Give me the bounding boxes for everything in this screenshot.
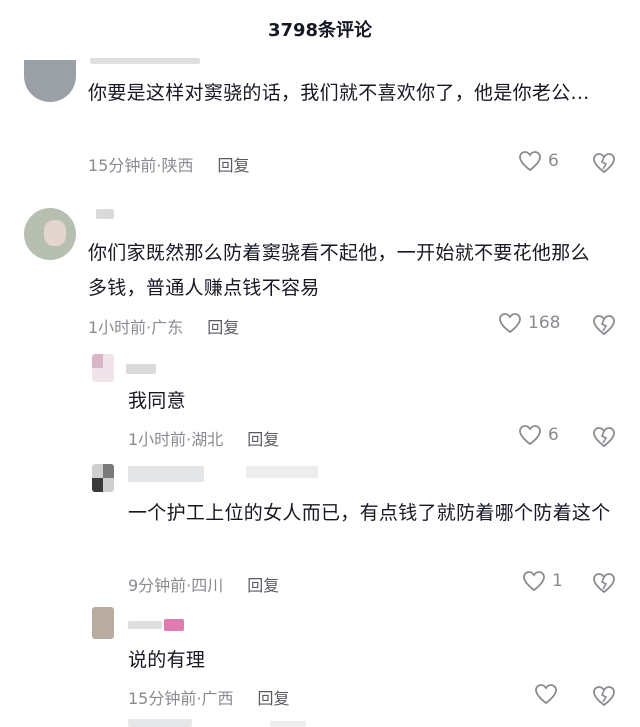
comment-text: 说的有理 — [128, 649, 206, 671]
like-count: 168 — [528, 313, 561, 333]
reply-button[interactable]: 回复 — [217, 152, 249, 176]
comment-item: 你要是这样对窦骁的话，我们就不喜欢你了，他是你老公... 15分钟前·陕西 回复… — [0, 58, 640, 188]
reply-button[interactable]: 回复 — [247, 426, 279, 450]
username[interactable] — [96, 209, 114, 219]
username[interactable] — [128, 466, 204, 482]
like-button[interactable] — [534, 683, 564, 705]
broken-heart-icon — [593, 427, 615, 448]
heart-icon — [499, 313, 521, 334]
like-button[interactable]: 6 — [518, 150, 559, 172]
like-button[interactable]: 1 — [522, 570, 563, 592]
username-badge — [164, 619, 184, 631]
comment-text: 你们家既然那么防着窦骁看不起他，一开始就不要花他那么多钱，普通人赚点钱不容易 — [88, 242, 590, 299]
like-count: 1 — [552, 571, 563, 591]
reply-button[interactable]: 回复 — [257, 685, 289, 709]
dislike-button[interactable] — [592, 314, 616, 340]
reply-item: 我同意 1小时前·湖北 回复 6 — [0, 350, 640, 460]
comment-text: 我同意 — [128, 390, 186, 412]
avatar[interactable] — [92, 607, 114, 639]
heart-icon — [519, 425, 541, 446]
reply-button[interactable]: 回复 — [247, 572, 279, 596]
comment-time-location: 1小时前·湖北 — [128, 430, 224, 449]
heart-icon — [519, 151, 541, 172]
dislike-button[interactable] — [592, 685, 616, 711]
comment-text: 你要是这样对窦骁的话，我们就不喜欢你了，他是你老公... — [88, 82, 590, 104]
comment-time-location: 1小时前·广东 — [88, 318, 184, 337]
broken-heart-icon — [593, 686, 615, 707]
username[interactable] — [126, 364, 156, 374]
like-button[interactable]: 6 — [518, 424, 559, 446]
username[interactable] — [90, 58, 200, 64]
heart-icon — [535, 684, 557, 705]
avatar[interactable] — [92, 354, 114, 382]
next-comment-username — [128, 719, 192, 727]
username[interactable] — [128, 621, 162, 629]
comment-count-title: 3798条评论 — [267, 20, 373, 41]
broken-heart-icon — [593, 315, 615, 336]
comment-item: 你们家既然那么防着窦骁看不起他，一开始就不要花他那么多钱，普通人赚点钱不容易 1… — [0, 200, 640, 350]
dislike-button[interactable] — [592, 572, 616, 598]
avatar[interactable] — [92, 464, 114, 492]
reply-button[interactable]: 回复 — [207, 314, 239, 338]
comments-header: 3798条评论 — [0, 0, 640, 58]
comment-meta: 1小时前·广东 回复 — [88, 314, 239, 338]
dislike-button[interactable] — [592, 426, 616, 452]
dislike-button[interactable] — [592, 152, 616, 178]
reply-item: 一个护工上位的女人而已，有点钱了就防着哪个防着这个 9分钟前·四川 回复 1 — [0, 460, 640, 600]
broken-heart-icon — [593, 573, 615, 594]
comment-meta: 15分钟前·陕西 回复 — [88, 152, 249, 176]
like-count: 6 — [548, 425, 559, 445]
comment-time-location: 15分钟前·陕西 — [88, 156, 194, 175]
username-suffix — [246, 466, 318, 478]
heart-icon — [523, 571, 545, 592]
like-button[interactable]: 168 — [498, 312, 560, 334]
comment-meta: 9分钟前·四川 回复 — [128, 572, 279, 596]
comment-meta: 1小时前·湖北 回复 — [128, 426, 279, 450]
broken-heart-icon — [593, 153, 615, 174]
comment-meta: 15分钟前·广西 回复 — [128, 685, 289, 709]
comment-time-location: 15分钟前·广西 — [128, 689, 234, 708]
next-comment-username-suffix — [270, 721, 306, 727]
comment-text: 一个护工上位的女人而已，有点钱了就防着哪个防着这个 — [128, 502, 611, 524]
avatar[interactable] — [24, 60, 76, 102]
avatar[interactable] — [24, 208, 76, 260]
reply-item: 说的有理 15分钟前·广西 回复 — [0, 605, 640, 715]
like-count: 6 — [548, 151, 559, 171]
comment-time-location: 9分钟前·四川 — [128, 576, 224, 595]
